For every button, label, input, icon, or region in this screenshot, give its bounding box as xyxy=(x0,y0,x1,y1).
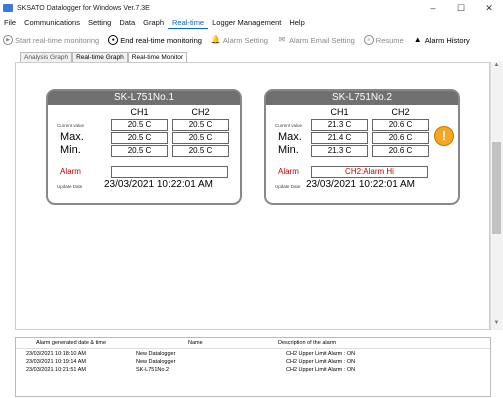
envelope-icon: ✉ xyxy=(278,35,286,44)
alarm-setting-label: Alarm Setting xyxy=(222,35,268,45)
scroll-up-icon[interactable]: ▲ xyxy=(490,62,503,72)
app-icon xyxy=(3,4,13,12)
menu-help[interactable]: Help xyxy=(285,17,308,29)
panel-1-title: SK-L751No.1 xyxy=(48,91,240,105)
alarm-setting-button[interactable]: 🔔 Alarm Setting xyxy=(211,35,268,45)
ch2-max-value: 20.5 C xyxy=(172,132,229,144)
history-header: Alarm generated date & time Name Descrip… xyxy=(16,340,490,349)
ch1-header: CH1 xyxy=(130,107,149,117)
scroll-thumb[interactable] xyxy=(492,142,501,234)
resume-icon: ≡ xyxy=(363,35,374,45)
resume-label: Resume xyxy=(375,35,404,45)
row-datetime: 23/03/2021 10:21:51 AM xyxy=(26,367,86,373)
close-button[interactable]: ✕ xyxy=(475,0,503,16)
end-monitoring-button[interactable]: ● End real-time monitoring xyxy=(108,35,202,45)
column-header-description[interactable]: Description of the alarm xyxy=(278,340,336,346)
ch1-max-value: 21.4 C xyxy=(311,132,368,144)
ch1-min-value: 21.3 C xyxy=(311,145,368,157)
logger-panel-1: SK-L751No.1 CH1 CH2 Current value 20.5 C… xyxy=(46,89,242,205)
alarm-history-list: Alarm generated date & time Name Descrip… xyxy=(15,337,491,397)
ch1-max-value: 20.5 C xyxy=(111,132,168,144)
bell-icon: 🔔 xyxy=(210,35,221,44)
ch1-header: CH1 xyxy=(330,107,349,117)
monitor-area: SK-L751No.1 CH1 CH2 Current value 20.5 C… xyxy=(15,62,490,330)
menu-logger-management[interactable]: Logger Management xyxy=(208,17,285,29)
alarm-label: Alarm xyxy=(60,167,81,176)
play-icon: ▶ xyxy=(3,35,13,45)
row-datetime: 23/03/2021 10:19:14 AM xyxy=(26,359,86,365)
vertical-scrollbar[interactable]: ▲ ▼ xyxy=(490,62,503,330)
menu-data[interactable]: Data xyxy=(115,17,139,29)
stop-icon: ● xyxy=(108,35,119,45)
start-monitoring-button[interactable]: ▶ Start real-time monitoring xyxy=(3,35,99,45)
row-name: New Datalogger xyxy=(136,359,176,365)
ch2-current-value: 20.6 C xyxy=(372,119,429,131)
ch2-min-value: 20.6 C xyxy=(372,145,429,157)
alarm-label: Alarm xyxy=(278,167,299,176)
alarm-history-button[interactable]: ▲ Alarm History xyxy=(413,35,470,45)
current-value-label: Current value xyxy=(57,123,85,128)
title-bar: SKSATO Datalogger for Windows Ver.7.3E –… xyxy=(0,0,503,16)
menu-file[interactable]: File xyxy=(0,17,20,29)
table-row[interactable]: 23/03/2021 10:21:51 AM SK-L751No.2 CH2 U… xyxy=(16,367,490,376)
max-label: Max. xyxy=(60,131,84,143)
warning-icon: ! xyxy=(434,126,454,146)
menu-graph[interactable]: Graph xyxy=(139,17,168,29)
row-description: CH2 Upper Limit Alarm : ON xyxy=(286,351,356,357)
logger-panel-2: SK-L751No.2 CH1 CH2 Current value 21.3 C… xyxy=(264,89,460,205)
menu-real-time[interactable]: Real-time xyxy=(168,17,209,29)
maximize-button[interactable]: ☐ xyxy=(447,0,475,16)
ch2-header: CH2 xyxy=(191,107,210,117)
column-header-name[interactable]: Name xyxy=(188,340,203,346)
scroll-down-icon[interactable]: ▼ xyxy=(490,320,503,330)
warning-triangle-icon: ▲ xyxy=(413,35,422,44)
alarm-status xyxy=(111,166,228,178)
menu-communications[interactable]: Communications xyxy=(20,17,84,29)
ch1-current-value: 20.5 C xyxy=(111,119,168,131)
alarm-history-label: Alarm History xyxy=(424,35,470,45)
alarm-status: CH2:Alarm Hi xyxy=(311,166,428,178)
window-title: SKSATO Datalogger for Windows Ver.7.3E xyxy=(17,4,150,12)
current-value-label: Current value xyxy=(275,123,303,128)
ch1-current-value: 21.3 C xyxy=(311,119,368,131)
row-description: CH2 Upper Limit Alarm : ON xyxy=(286,367,356,373)
update-date-value: 23/03/2021 10:22:01 AM xyxy=(104,179,213,190)
menu-setting[interactable]: Setting xyxy=(84,17,115,29)
alarm-email-label: Alarm Email Setting xyxy=(288,35,355,45)
column-header-datetime[interactable]: Alarm generated date & time xyxy=(36,340,106,346)
ch1-min-value: 20.5 C xyxy=(111,145,168,157)
max-label: Max. xyxy=(278,131,302,143)
row-name: SK-L751No.2 xyxy=(136,367,170,373)
ch2-max-value: 20.6 C xyxy=(372,132,429,144)
minimize-button[interactable]: – xyxy=(419,0,447,16)
min-label: Min. xyxy=(278,144,299,156)
panel-2-title: SK-L751No.2 xyxy=(266,91,458,105)
ch2-min-value: 20.5 C xyxy=(172,145,229,157)
alarm-email-button[interactable]: ✉ Alarm Email Setting xyxy=(277,35,355,45)
update-date-label: Update Date xyxy=(275,184,301,189)
end-monitoring-label: End real-time monitoring xyxy=(120,35,202,45)
ch2-header: CH2 xyxy=(391,107,410,117)
update-date-value: 23/03/2021 10:22:01 AM xyxy=(306,179,415,190)
row-name: New Datalogger xyxy=(136,351,176,357)
update-date-label: Update Date xyxy=(57,184,83,189)
row-description: CH2 Upper Limit Alarm : ON xyxy=(286,359,356,365)
min-label: Min. xyxy=(60,144,81,156)
toolbar: ▶ Start real-time monitoring ● End real-… xyxy=(0,31,503,49)
resume-button[interactable]: ≡ Resume xyxy=(363,35,404,45)
ch2-current-value: 20.5 C xyxy=(172,119,229,131)
start-monitoring-label: Start real-time monitoring xyxy=(15,35,100,45)
row-datetime: 23/03/2021 10:18:10 AM xyxy=(26,351,86,357)
menu-bar: File Communications Setting Data Graph R… xyxy=(0,17,309,29)
